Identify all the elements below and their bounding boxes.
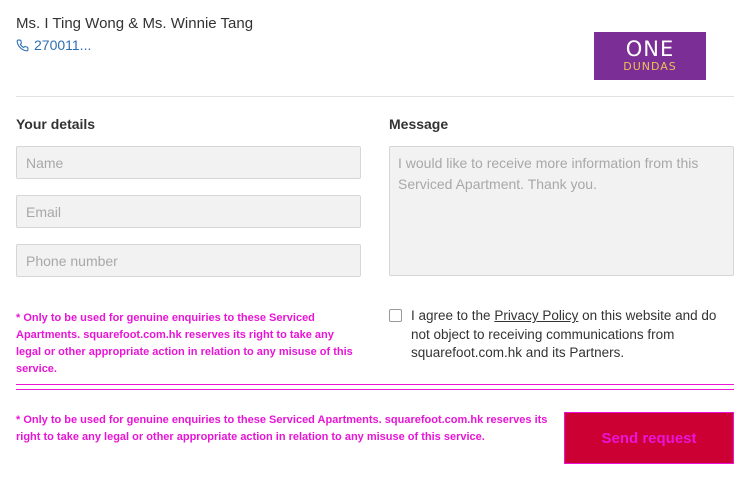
consent-prefix: I agree to the bbox=[411, 308, 495, 323]
header-divider bbox=[16, 96, 734, 97]
agent-phone-link[interactable]: 270011... bbox=[16, 37, 91, 53]
privacy-policy-link[interactable]: Privacy Policy bbox=[494, 308, 578, 323]
name-input[interactable] bbox=[16, 146, 361, 179]
privacy-consent-text: I agree to the Privacy Policy on this we… bbox=[411, 307, 734, 363]
phone-number-input[interactable] bbox=[16, 244, 361, 277]
one-dundas-logo: ONE DUNDAS bbox=[594, 32, 706, 80]
agent-name: Ms. I Ting Wong & Ms. Winnie Tang bbox=[16, 15, 254, 32]
email-input[interactable] bbox=[16, 195, 361, 228]
logo-line-one: ONE bbox=[625, 37, 675, 61]
privacy-consent-checkbox[interactable] bbox=[389, 309, 402, 322]
disclaimer-long: * Only to be used for genuine enquiries … bbox=[16, 414, 548, 443]
logo-line-dundas: DUNDAS bbox=[623, 60, 677, 73]
your-details-heading: Your details bbox=[16, 116, 96, 132]
phone-icon bbox=[16, 39, 29, 51]
message-textarea[interactable] bbox=[389, 146, 734, 276]
privacy-consent: I agree to the Privacy Policy on this we… bbox=[389, 307, 734, 363]
message-heading: Message bbox=[389, 116, 449, 132]
send-request-button[interactable]: Send request bbox=[564, 412, 734, 464]
agent-phone-number: 270011... bbox=[34, 37, 92, 53]
form-divider-bottom bbox=[16, 389, 734, 390]
form-divider-top bbox=[16, 384, 734, 385]
disclaimer-short: * Only to be used for genuine enquiries … bbox=[16, 312, 353, 375]
